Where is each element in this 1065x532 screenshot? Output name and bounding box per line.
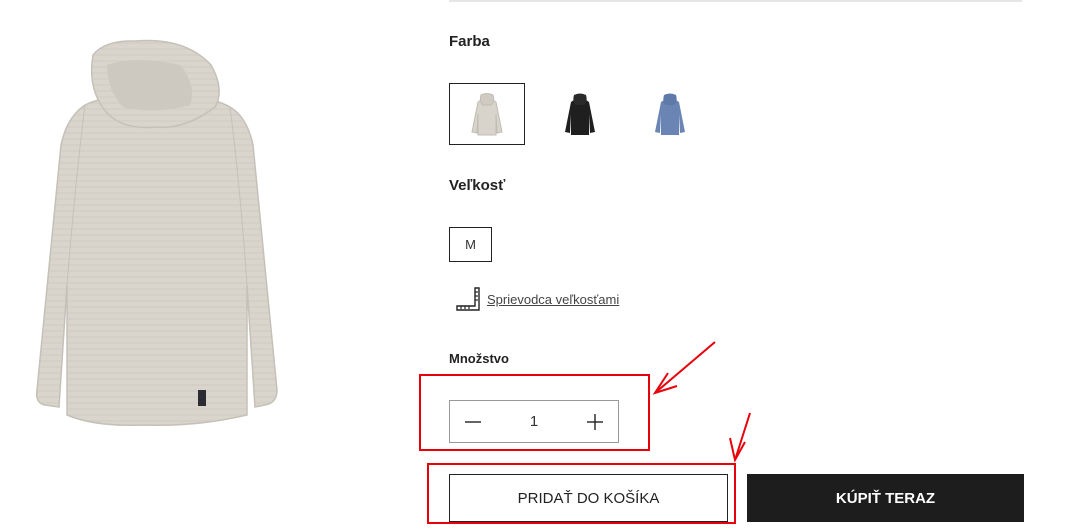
- hoodie-thumbnail-black-icon: [565, 93, 595, 135]
- hoodie-thumbnail-beige-icon: [471, 93, 503, 136]
- color-heading: Farba: [449, 33, 490, 50]
- buy-now-button[interactable]: KÚPIŤ TERAZ: [747, 474, 1024, 522]
- hoodie-thumbnail-blue-icon: [655, 93, 685, 135]
- color-swatch-blue[interactable]: [632, 83, 708, 145]
- size-guide-label: Sprievodca veľkosťami: [487, 291, 620, 307]
- top-divider: [449, 0, 1022, 2]
- quantity-heading: Množstvo: [449, 351, 509, 366]
- ruler-icon: [456, 287, 480, 311]
- quantity-highlight-box: [419, 374, 650, 451]
- add-to-cart-highlight-box: [427, 463, 736, 524]
- product-image: [35, 39, 278, 427]
- size-guide-link[interactable]: Sprievodca veľkosťami: [455, 285, 619, 313]
- size-heading: Veľkosť: [449, 177, 506, 194]
- arrow-to-cart-icon: [729, 412, 751, 463]
- size-option-m[interactable]: M: [449, 227, 492, 262]
- color-swatch-beige[interactable]: [449, 83, 525, 145]
- color-swatch-black[interactable]: [542, 83, 618, 145]
- arrow-to-quantity-icon: [652, 341, 716, 395]
